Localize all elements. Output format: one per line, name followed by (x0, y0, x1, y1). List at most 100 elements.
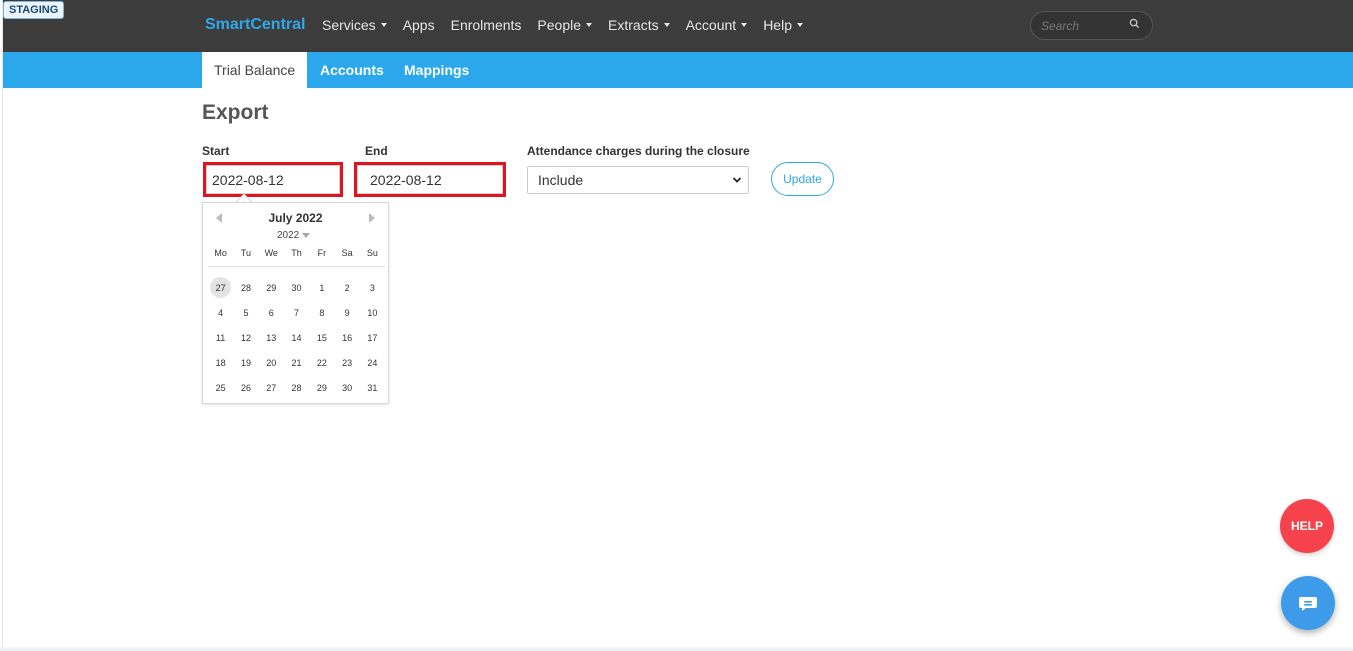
calendar-day-cell: 11 (208, 325, 233, 350)
nav-services[interactable]: Services (322, 17, 387, 33)
start-date-highlight (203, 162, 343, 197)
calendar-day[interactable]: 20 (266, 358, 276, 368)
calendar-day[interactable]: 27 (266, 383, 276, 393)
calendar-day-cell: 5 (233, 300, 258, 325)
calendar-day-cell: 9 (334, 300, 359, 325)
calendar-day[interactable]: 23 (342, 358, 352, 368)
start-date-input[interactable] (206, 165, 340, 194)
closure-select-value: Include (538, 172, 584, 188)
search-input[interactable] (1041, 18, 1131, 34)
calendar-day-cell: 26 (233, 375, 258, 400)
calendar-day[interactable]: 24 (367, 358, 377, 368)
nav-account[interactable]: Account (686, 17, 748, 33)
tab-trial-balance[interactable]: Trial Balance (202, 52, 308, 88)
calendar-day[interactable]: 10 (367, 308, 377, 318)
calendar-day[interactable]: 29 (317, 383, 327, 393)
calendar-day-cell: 21 (284, 350, 309, 375)
nav-apps[interactable]: Apps (403, 17, 435, 33)
calendar-day-cell: 7 (284, 300, 309, 325)
weekday-label: Sa (341, 248, 353, 258)
calendar-day-cell: 2 (334, 275, 359, 300)
calendar-year-label: 2022 (277, 230, 300, 241)
calendar-day[interactable]: 28 (292, 383, 302, 393)
calendar-day-cell: 25 (208, 375, 233, 400)
calendar-day[interactable]: 18 (216, 358, 226, 368)
nav-label: People (537, 17, 582, 33)
nav-people[interactable]: People (537, 17, 593, 33)
calendar-day-cell: 17 (360, 325, 385, 350)
caret-down-icon (663, 23, 670, 27)
calendar-day[interactable]: 15 (317, 333, 327, 343)
calendar-day-cell: 30 (334, 375, 359, 400)
calendar-day[interactable]: 5 (243, 308, 248, 318)
calendar-day[interactable]: 21 (292, 358, 302, 368)
chat-icon (1299, 597, 1317, 611)
weekday-label: Fr (317, 248, 327, 258)
calendar-day[interactable]: 28 (241, 283, 251, 293)
search-icon[interactable] (1129, 18, 1140, 29)
weekday-label: We (264, 248, 278, 258)
end-label: End (365, 144, 388, 158)
help-button[interactable]: HELP (1280, 499, 1334, 553)
calendar-day[interactable]: 7 (294, 308, 299, 318)
chat-button[interactable] (1281, 576, 1335, 630)
calendar-day[interactable]: 8 (319, 308, 324, 318)
calendar-day[interactable]: 29 (266, 283, 276, 293)
environment-badge: STAGING (3, 1, 65, 19)
calendar-day[interactable]: 3 (370, 283, 375, 293)
calendar-day[interactable]: 31 (367, 383, 377, 393)
calendar-day-cell: 15 (309, 325, 334, 350)
calendar-day-cell: 24 (360, 350, 385, 375)
calendar-day[interactable]: 19 (241, 358, 251, 368)
calendar-day-cell: 27 (208, 275, 233, 300)
calendar-day-cell: 10 (360, 300, 385, 325)
nav-label: Services (322, 17, 376, 33)
calendar-day[interactable]: 26 (241, 383, 251, 393)
calendar-day[interactable]: 17 (367, 333, 377, 343)
weekday-label: Su (366, 248, 378, 258)
calendar-day-cell: 29 (309, 375, 334, 400)
calendar-day[interactable]: 4 (218, 308, 223, 318)
calendar-day[interactable]: 27 (210, 277, 232, 298)
calendar-day[interactable]: 1 (319, 283, 324, 293)
calendar-day[interactable]: 9 (345, 308, 350, 318)
calendar-day[interactable]: 30 (342, 383, 352, 393)
calendar-day-cell: 28 (284, 375, 309, 400)
nav-label: Enrolments (450, 17, 522, 33)
calendar-day[interactable]: 6 (269, 308, 274, 318)
next-month-icon[interactable] (369, 213, 375, 223)
caret-down-icon (741, 23, 748, 27)
tab-accounts[interactable]: Accounts (320, 52, 384, 88)
calendar-day[interactable]: 13 (266, 333, 276, 343)
calendar-day-cell: 28 (233, 275, 258, 300)
calendar-day[interactable]: 30 (292, 283, 302, 293)
closure-select[interactable]: Include (527, 166, 749, 194)
nav-help[interactable]: Help (763, 17, 803, 33)
calendar-day[interactable]: 11 (216, 333, 225, 343)
calendar-year-select[interactable]: 2022 (277, 230, 311, 241)
calendar-day[interactable]: 16 (342, 333, 352, 343)
calendar-day[interactable]: 2 (345, 283, 350, 293)
main-nav: Services Apps Enrolments People Extracts… (322, 17, 819, 33)
nav-label: Extracts (608, 17, 659, 33)
nav-extracts[interactable]: Extracts (608, 17, 670, 33)
datepicker-calendar: July 2022 2022 Mo Tu We Th Fr Sa Su 27 28 29 30 1 2… (202, 202, 389, 404)
calendar-day-cell: 31 (360, 375, 385, 400)
calendar-day-cell: 23 (334, 350, 359, 375)
nav-enrolments[interactable]: Enrolments (451, 17, 522, 33)
end-date-input[interactable] (357, 165, 503, 194)
weekday-label: Th (291, 248, 302, 258)
calendar-day-cell: 4 (208, 300, 233, 325)
tab-mappings[interactable]: Mappings (404, 52, 469, 88)
calendar-day-grid: 27 28 29 30 1 2 3 4 5 6 7 8 9 10 11 12 13 14 15 16 17 18 19 20 2… (208, 275, 385, 400)
brand-logo[interactable]: SmartCentral (205, 16, 305, 34)
prev-month-icon[interactable] (216, 213, 222, 223)
search-box (1030, 11, 1153, 40)
calendar-day-cell: 14 (284, 325, 309, 350)
calendar-day[interactable]: 25 (216, 383, 226, 393)
calendar-day[interactable]: 12 (241, 333, 251, 343)
calendar-day-cell: 3 (360, 275, 385, 300)
calendar-day[interactable]: 14 (292, 333, 302, 343)
update-button[interactable]: Update (771, 162, 834, 196)
calendar-day[interactable]: 22 (317, 358, 327, 368)
